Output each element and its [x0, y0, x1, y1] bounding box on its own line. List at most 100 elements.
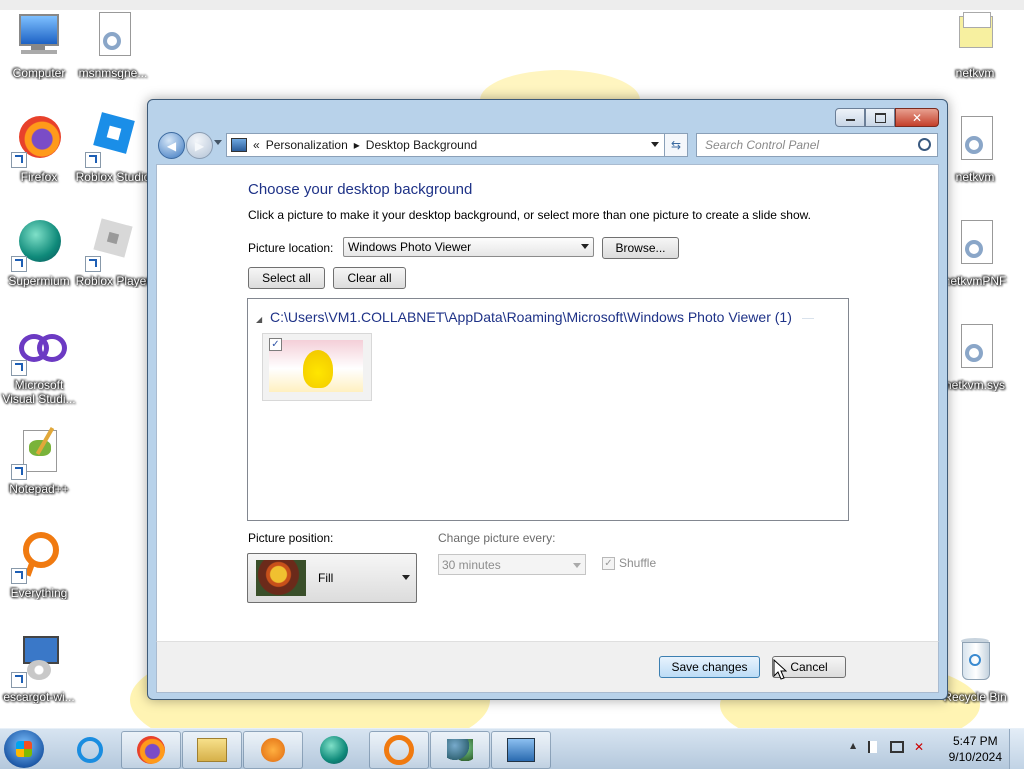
taskbar-users[interactable] [430, 731, 490, 769]
breadcrumb-separator[interactable]: ▸ [354, 138, 360, 152]
breadcrumb-prefix[interactable]: « [253, 138, 260, 152]
change-picture-value: 30 minutes [442, 557, 501, 572]
minimize-button[interactable] [835, 108, 865, 127]
navigation-bar: ◀ ▶ « Personalization ▸ Desktop Backgrou… [156, 130, 938, 160]
desktop-icon-label: Everything [10, 586, 68, 600]
desktop-icon-escargot[interactable]: escargot-wi... [0, 626, 80, 722]
back-button[interactable]: ◀ [158, 132, 185, 159]
search-icon [918, 138, 931, 151]
desktop-icon-roblox-studio[interactable]: Roblox Studio [72, 106, 154, 202]
group-path: C:\Users\VM1.COLLABNET\AppData\Roaming\M… [270, 309, 792, 325]
picture-location-value: Windows Photo Viewer [348, 240, 472, 254]
settings-file-icon [949, 218, 1001, 270]
change-picture-label: Change picture every: [438, 531, 556, 545]
desktop-icon-everything[interactable]: Everything [0, 522, 80, 618]
save-changes-button[interactable]: Save changes [659, 656, 760, 678]
clear-all-button[interactable]: Clear all [333, 267, 406, 289]
taskbar-everything[interactable] [369, 731, 429, 769]
picture-list[interactable]: ◢ C:\Users\VM1.COLLABNET\AppData\Roaming… [247, 298, 849, 521]
windows-logo-icon [16, 741, 32, 757]
close-icon: ✕ [911, 110, 923, 125]
shuffle-option[interactable]: ✓ Shuffle [602, 556, 656, 570]
clock-time: 5:47 PM [952, 734, 998, 748]
clock-date: 9/10/2024 [948, 750, 1002, 764]
settings-file-icon [87, 10, 139, 62]
desktop-icon-notepadpp[interactable]: Notepad++ [0, 418, 80, 514]
settings-file-icon [949, 114, 1001, 166]
position-preview-image [256, 560, 306, 596]
clock[interactable]: 5:47 PM 9/10/2024 [949, 733, 1002, 765]
picture-location-select[interactable]: Windows Photo Viewer [343, 237, 594, 257]
internet-explorer-icon [77, 737, 103, 763]
desktop-icon-netkvm-folder[interactable]: netkvm [934, 2, 1016, 98]
close-button[interactable]: ✕ [895, 108, 939, 127]
thumbnail-checkbox[interactable]: ✓ [269, 338, 282, 351]
chevron-down-icon [581, 244, 589, 249]
start-button[interactable] [4, 730, 44, 768]
desktop-icon-computer[interactable]: Computer [0, 2, 80, 98]
shuffle-checkbox[interactable]: ✓ [602, 556, 615, 570]
select-all-button[interactable]: Select all [248, 267, 325, 289]
window-controls: ✕ [835, 108, 939, 127]
desktop-icon-roblox-player[interactable]: Roblox Player [72, 210, 154, 306]
volume-muted-icon[interactable]: ✕ [914, 740, 924, 754]
everything-search-icon [11, 530, 65, 584]
change-picture-select[interactable]: 30 minutes [438, 554, 586, 575]
search-box[interactable]: Search Control Panel [696, 133, 938, 157]
show-desktop-button[interactable] [1009, 729, 1024, 769]
desktop-icon-label: Roblox Studio [75, 170, 151, 184]
picture-position-select[interactable]: Fill [247, 553, 417, 603]
minimize-icon [845, 119, 855, 121]
recent-pages-dropdown[interactable] [214, 140, 222, 145]
chevron-down-icon [402, 575, 410, 580]
visual-studio-icon [11, 322, 67, 376]
action-center-flag-icon[interactable] [868, 741, 880, 753]
browse-button[interactable]: Browse... [602, 237, 679, 259]
desktop-icon-supermium[interactable]: Supermium [0, 210, 80, 306]
restore-icon [874, 112, 886, 123]
taskbar-file-explorer[interactable] [182, 731, 242, 769]
address-dropdown-icon[interactable] [651, 142, 659, 147]
taskbar: ▲ ✕ 5:47 PM 9/10/2024 [0, 728, 1024, 769]
computer-icon [13, 10, 65, 62]
desktop-background-window: ✕ ◀ ▶ « Personalization ▸ Desktop Backgr… [147, 99, 948, 700]
network-icon[interactable] [890, 741, 904, 753]
desktop-icon-label: Microsoft Visual Studi... [2, 378, 76, 406]
collapse-icon[interactable]: ◢ [256, 315, 262, 324]
breadcrumb-desktop-background[interactable]: Desktop Background [366, 138, 477, 152]
everything-search-icon [384, 735, 414, 765]
desktop-icon-label: escargot-wi... [3, 690, 75, 704]
address-bar[interactable]: « Personalization ▸ Desktop Background [226, 133, 688, 157]
desktop-icon-label: msnmsgne... [78, 66, 148, 80]
taskbar-supermium[interactable] [304, 731, 364, 769]
system-tray: ▲ ✕ 5:47 PM 9/10/2024 [844, 729, 1024, 769]
control-panel-icon [507, 738, 535, 762]
settings-file-icon [949, 322, 1001, 374]
picture-group-header[interactable]: ◢ C:\Users\VM1.COLLABNET\AppData\Roaming… [256, 309, 814, 325]
picture-thumbnail[interactable]: ✓ [262, 333, 372, 401]
desktop-icon-label: Supermium [8, 274, 70, 288]
desktop-icon-label: Microsoft Visual Studi... [0, 378, 80, 406]
refresh-button[interactable]: ⇆ [664, 133, 688, 157]
show-hidden-icons-button[interactable]: ▲ [850, 741, 856, 750]
media-player-icon [261, 738, 285, 762]
supermium-icon [320, 736, 348, 764]
taskbar-control-panel[interactable] [491, 731, 551, 769]
taskbar-media-player[interactable] [243, 731, 303, 769]
thumbnail-image [269, 340, 363, 392]
breadcrumb-personalization[interactable]: Personalization [266, 138, 348, 152]
desktop-icon-label: Roblox Player [75, 274, 151, 288]
taskbar-firefox[interactable] [121, 731, 181, 769]
picture-location-label: Picture location: [248, 241, 334, 255]
forward-button[interactable]: ▶ [186, 132, 213, 159]
desktop-icon-firefox[interactable]: Firefox [0, 106, 80, 202]
maximize-button[interactable] [865, 108, 895, 127]
taskbar-internet-explorer[interactable] [60, 731, 120, 769]
content-panel: Choose your desktop background Click a p… [156, 164, 939, 643]
desktop-icon-visual-studio[interactable]: Microsoft Visual Studi... [0, 314, 80, 414]
search-input[interactable]: Search Control Panel [705, 138, 819, 152]
back-arrow-icon: ◀ [166, 138, 177, 153]
recycle-bin-icon [949, 634, 1001, 686]
roblox-player-icon [85, 218, 139, 272]
desktop-icon-msnmsgne[interactable]: msnmsgne... [72, 2, 154, 98]
